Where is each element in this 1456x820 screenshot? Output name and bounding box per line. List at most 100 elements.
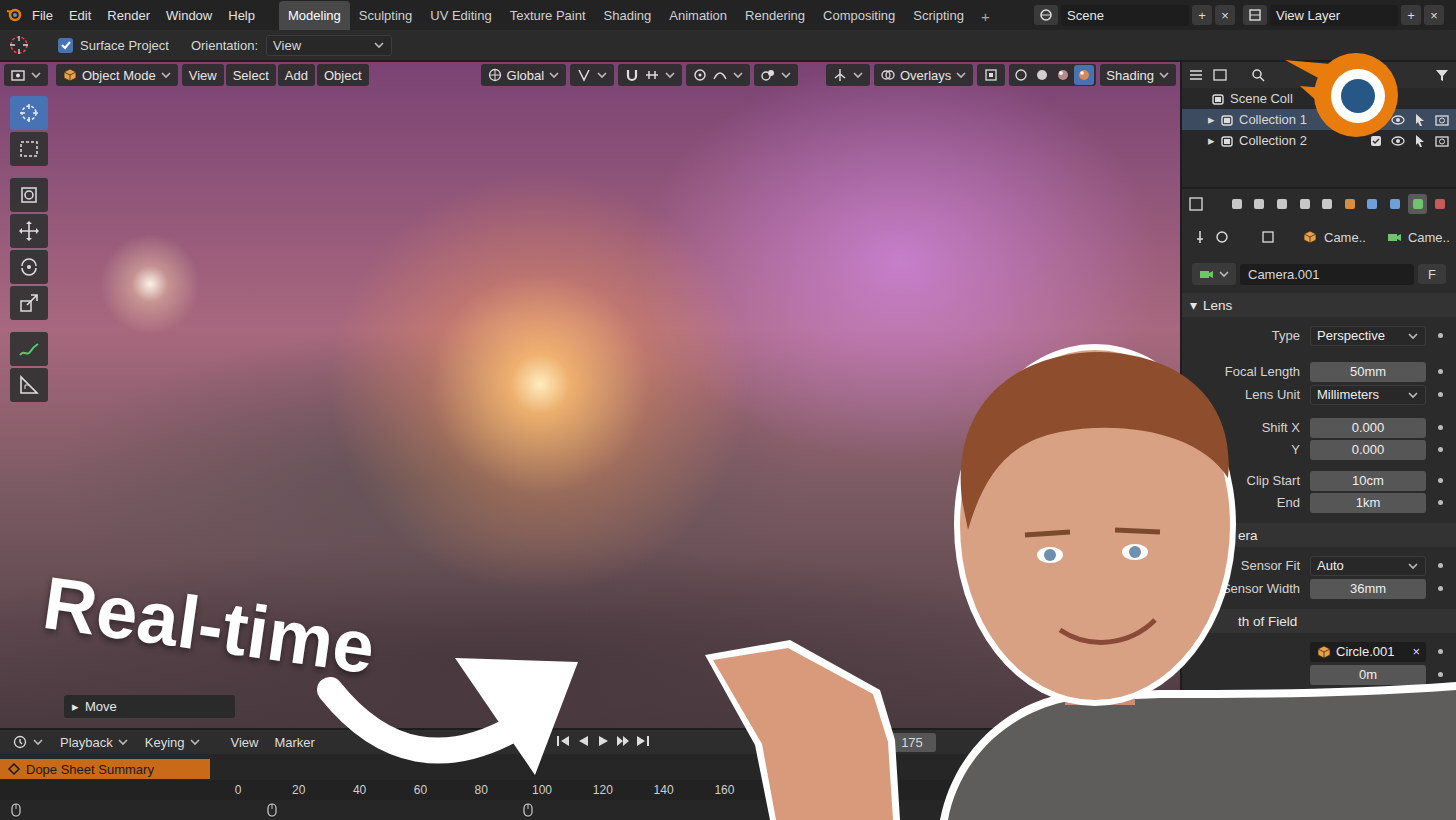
timeline-menu[interactable]: View — [225, 733, 265, 752]
properties-tab[interactable] — [1250, 194, 1270, 214]
frame-ruler[interactable]: 020406080100120140160 — [0, 780, 1456, 800]
dope-sheet-summary[interactable]: Dope Sheet Summary — [0, 759, 210, 779]
animate-dot[interactable] — [1438, 425, 1443, 430]
expand-arrow[interactable]: ▸ — [72, 699, 79, 714]
properties-tab[interactable] — [1317, 194, 1337, 214]
shading-mode-button[interactable] — [1032, 65, 1052, 85]
editor-type-button[interactable] — [6, 732, 50, 752]
tool-button[interactable] — [10, 368, 48, 402]
outliner-row[interactable]: ▸Collection 2 — [1182, 130, 1456, 151]
shading-mode-button[interactable] — [1074, 65, 1094, 85]
viewport-menu[interactable]: Add — [278, 64, 315, 86]
properties-tab[interactable] — [1385, 194, 1405, 214]
tool-button[interactable] — [10, 250, 48, 284]
view-layer-selector-field[interactable]: View Layer — [1270, 5, 1398, 26]
animate-dot[interactable] — [1438, 500, 1443, 505]
number-field[interactable]: 1km — [1310, 493, 1426, 513]
number-field[interactable]: 0.000 — [1310, 440, 1426, 460]
orientation-dropdown[interactable]: View — [266, 35, 392, 56]
checkbox[interactable] — [58, 38, 73, 53]
playback-button[interactable] — [615, 733, 631, 752]
properties-tab[interactable] — [1295, 194, 1315, 214]
tool-button[interactable] — [10, 178, 48, 212]
properties-tab[interactable] — [1408, 194, 1428, 214]
workspace-tab[interactable]: Shading — [595, 1, 661, 30]
playback-button[interactable] — [635, 733, 651, 752]
tool-button[interactable] — [10, 132, 48, 166]
workspace-tab[interactable]: Modeling — [279, 1, 350, 30]
menu-item[interactable]: Help — [220, 4, 263, 27]
editor-type-button[interactable] — [4, 64, 48, 86]
add-workspace-button[interactable]: + — [973, 3, 998, 30]
workspace-tab[interactable]: Rendering — [736, 1, 814, 30]
menu-item[interactable]: Edit — [61, 4, 99, 27]
timeline-menu[interactable]: Keying — [139, 733, 207, 752]
workspace-tab[interactable]: Compositing — [814, 1, 904, 30]
animate-dot[interactable] — [1438, 672, 1443, 677]
shading-mode-button[interactable] — [1053, 65, 1073, 85]
timeline-menu[interactable]: Marker — [268, 733, 320, 752]
properties-tab[interactable] — [1272, 194, 1292, 214]
menu-item[interactable]: Window — [158, 4, 220, 27]
number-field[interactable]: 36mm — [1310, 579, 1426, 599]
dropdown-field[interactable]: Perspective — [1310, 326, 1426, 346]
shading-dropdown[interactable]: Shading — [1100, 64, 1176, 86]
workspace-tab[interactable]: UV Editing — [421, 1, 500, 30]
remove-button[interactable]: × — [1424, 5, 1444, 25]
outliner-row[interactable]: ▸Collection 1 — [1182, 109, 1456, 130]
dropdown-field[interactable]: Millimeters — [1310, 385, 1426, 405]
surface-project-checkbox[interactable]: Surface Project — [58, 38, 169, 53]
transform-orientation-dropdown[interactable]: Global — [481, 64, 567, 86]
proportional-edit-toggle[interactable] — [686, 64, 750, 86]
properties-tab[interactable] — [1227, 194, 1247, 214]
section-arrow[interactable]: ▾ — [1190, 297, 1197, 313]
workspace-tab[interactable]: Animation — [660, 1, 736, 30]
breadcrumb-object[interactable]: Came.. — [1324, 230, 1366, 245]
tool-button[interactable] — [10, 286, 48, 320]
viewport-menu[interactable]: Select — [226, 64, 276, 86]
pivot-dropdown[interactable] — [570, 64, 614, 86]
animate-dot[interactable] — [1438, 369, 1443, 374]
properties-tab[interactable] — [1430, 194, 1450, 214]
scene-selector-type-button[interactable] — [1034, 5, 1058, 25]
gizmo-dropdown[interactable] — [826, 64, 870, 86]
number-field[interactable]: 0m — [1310, 665, 1426, 685]
add-button[interactable]: + — [1192, 5, 1212, 25]
xray-toggle[interactable] — [977, 64, 1005, 86]
clear-button[interactable]: × — [1412, 644, 1420, 659]
breadcrumb-data[interactable]: Came.. — [1408, 230, 1450, 245]
animate-dot[interactable] — [1438, 478, 1443, 483]
properties-tab[interactable] — [1340, 194, 1360, 214]
tool-button[interactable] — [10, 214, 48, 248]
view-layer-selector-type-button[interactable] — [1243, 5, 1267, 25]
playback-button[interactable] — [575, 733, 591, 752]
animate-dot[interactable] — [1438, 563, 1443, 568]
snap-toggle[interactable] — [618, 64, 682, 86]
section-header[interactable]: th of Field — [1182, 609, 1456, 633]
tool-button[interactable] — [10, 96, 48, 130]
datablock-browse-button[interactable] — [1192, 263, 1236, 285]
menu-item[interactable]: File — [24, 4, 61, 27]
number-field[interactable]: 0.000 — [1310, 418, 1426, 438]
overlays-dropdown[interactable]: Overlays — [874, 64, 973, 86]
animate-dot[interactable] — [1438, 649, 1443, 654]
object-field[interactable]: Circle.001× — [1310, 642, 1426, 662]
playback-button[interactable] — [595, 733, 611, 752]
animate-dot[interactable] — [1438, 586, 1443, 591]
workspace-tab[interactable]: Scripting — [904, 1, 973, 30]
menu-item[interactable]: Render — [99, 4, 158, 27]
number-field[interactable]: 50mm — [1310, 362, 1426, 382]
datablock-name-field[interactable]: Camera.001 — [1240, 264, 1414, 285]
remove-button[interactable]: × — [1215, 5, 1235, 25]
end-frame-field[interactable]: 175 — [888, 733, 936, 752]
shading-mode-button[interactable] — [1011, 65, 1031, 85]
last-operator-panel[interactable]: ▸Move — [64, 695, 235, 718]
dropdown-field[interactable]: Auto — [1310, 556, 1426, 576]
workspace-tab[interactable]: Texture Paint — [501, 1, 595, 30]
add-button[interactable]: + — [1401, 5, 1421, 25]
animate-dot[interactable] — [1438, 333, 1443, 338]
fake-user-button[interactable]: F — [1418, 264, 1446, 284]
playback-button[interactable] — [555, 733, 571, 752]
object-types-dropdown[interactable] — [754, 64, 798, 86]
number-field[interactable]: 10cm — [1310, 471, 1426, 491]
